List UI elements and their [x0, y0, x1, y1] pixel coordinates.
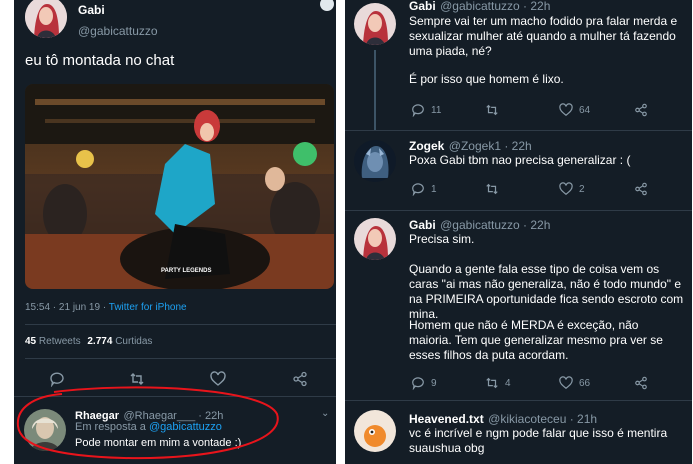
- tweet-meta: 15:54 · 21 jun 19 · Twitter for iPhone: [25, 302, 187, 313]
- tweet-stats: 45 Retweets 2.774 Curtidas: [25, 336, 152, 347]
- avatar[interactable]: [354, 218, 396, 260]
- retweet-icon[interactable]: [485, 182, 499, 196]
- like-icon[interactable]: 64: [559, 103, 590, 117]
- tweet-source-link[interactable]: Twitter for iPhone: [109, 302, 187, 313]
- tweet-text: Sempre vai ter um macho fodido pra falar…: [409, 14, 678, 58]
- like-count: 66: [579, 377, 591, 389]
- author-name[interactable]: Heavened.txt: [409, 412, 484, 426]
- author-name[interactable]: Zogek: [409, 139, 444, 153]
- avatar[interactable]: [25, 0, 67, 38]
- tweet-text: Quando a gente fala esse tipo de coisa v…: [409, 262, 684, 321]
- author-handle[interactable]: @kikiacoteceu · 21h: [488, 412, 597, 426]
- author-handle[interactable]: @gabicattuzzo: [78, 24, 158, 38]
- reply-icon[interactable]: 9: [411, 376, 437, 390]
- retweet-icon[interactable]: [485, 103, 499, 117]
- like-icon[interactable]: 66: [559, 376, 590, 390]
- author-name[interactable]: Gabi: [78, 3, 105, 17]
- author-name[interactable]: Gabi: [409, 218, 436, 232]
- right-thread-panel: Gabi @gabicattuzzo · 22h Sempre vai ter …: [345, 0, 692, 464]
- retweet-count: 4: [505, 377, 511, 389]
- tweet-text: Precisa sim.: [409, 232, 475, 246]
- thread-tweet[interactable]: Gabi @gabicattuzzo · 22h Sempre vai ter …: [345, 0, 692, 130]
- left-tweet-panel: Gabi @gabicattuzzo eu tô montada no chat: [14, 0, 336, 464]
- tweet-text: Poxa Gabi tbm nao precisa generalizar : …: [409, 153, 631, 167]
- tweet-text: eu tô montada no chat: [25, 52, 175, 69]
- like-icon[interactable]: 2: [559, 182, 585, 196]
- thread-tweet[interactable]: Heavened.txt @kikiacoteceu · 21h vc é in…: [345, 400, 692, 464]
- share-icon[interactable]: [634, 103, 648, 117]
- divider: [25, 324, 336, 325]
- author-handle[interactable]: @gabicattuzzo · 22h: [440, 0, 550, 13]
- avatar[interactable]: [354, 3, 396, 45]
- like-count: 64: [579, 104, 591, 116]
- divider: [25, 358, 336, 359]
- annotation-circle: [16, 386, 279, 460]
- author-handle[interactable]: @gabicattuzzo · 22h: [440, 218, 550, 232]
- photo-caption: PARTY LEGENDS: [161, 268, 212, 274]
- reply-count: 1: [431, 183, 437, 195]
- thread-tweet[interactable]: Zogek @Zogek1 · 22h Poxa Gabi tbm nao pr…: [345, 130, 692, 210]
- tweet-text: É por isso que homem é lixo.: [409, 72, 564, 86]
- reply-count: 9: [431, 377, 437, 389]
- thread-tweet[interactable]: Gabi @gabicattuzzo · 22h Precisa sim. Qu…: [345, 210, 692, 404]
- reply-icon[interactable]: 1: [411, 182, 437, 196]
- avatar[interactable]: [354, 410, 396, 452]
- share-icon[interactable]: [634, 376, 648, 390]
- author-name[interactable]: Gabi: [409, 0, 436, 13]
- likes-label: Curtidas: [115, 336, 153, 347]
- author-handle[interactable]: @Zogek1 · 22h: [449, 139, 532, 153]
- retweets-count[interactable]: 45: [25, 336, 36, 347]
- tweet-text: vc é incrível e ngm pode falar que isso …: [409, 426, 668, 455]
- share-icon[interactable]: [634, 182, 648, 196]
- tweet-text: Homem que não é MERDA é exceção, não mai…: [409, 318, 663, 362]
- tweet-header: Gabi @gabicattuzzo · 22h: [409, 0, 550, 15]
- retweet-icon[interactable]: 4: [485, 376, 511, 390]
- top-right-icon[interactable]: [320, 0, 334, 11]
- reply-icon[interactable]: 11: [411, 103, 441, 117]
- reply-count: 11: [431, 104, 442, 116]
- like-count: 2: [579, 183, 585, 195]
- retweets-label: Retweets: [38, 336, 81, 347]
- avatar[interactable]: [354, 140, 396, 182]
- tweet-photo[interactable]: PARTY LEGENDS: [25, 84, 334, 289]
- tweet-timestamp: 15:54 · 21 jun 19 ·: [25, 302, 109, 313]
- likes-count[interactable]: 2.774: [87, 336, 112, 347]
